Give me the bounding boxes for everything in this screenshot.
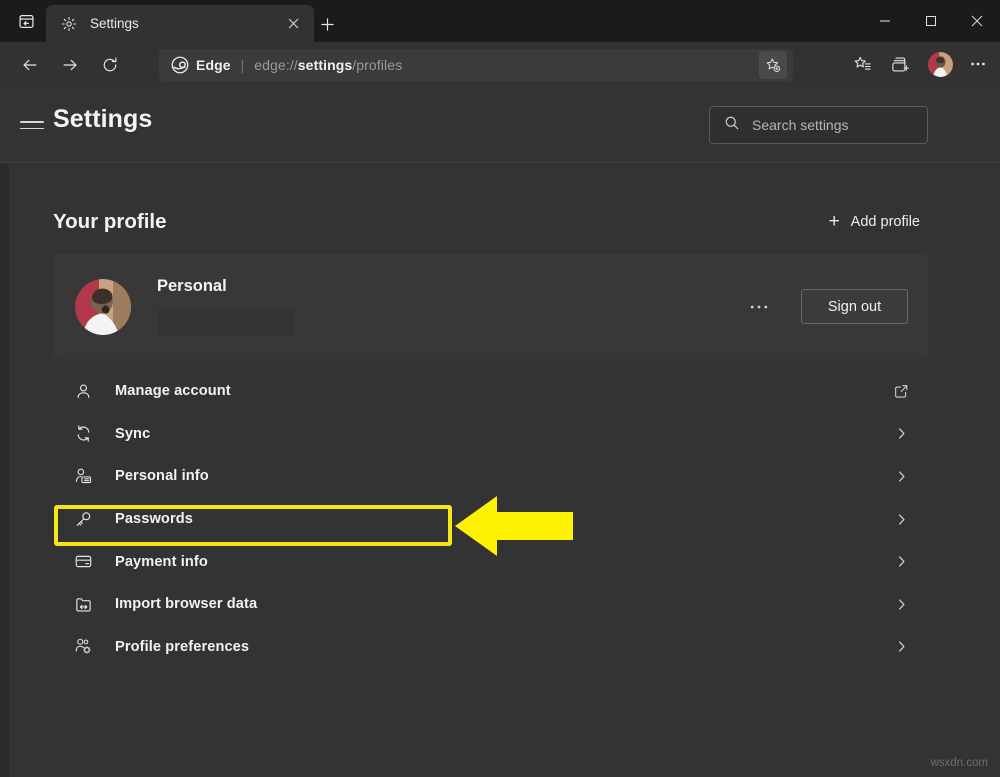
list-item-label: Manage account [115,383,890,399]
search-input[interactable] [752,117,933,133]
list-item-personal-info[interactable]: Personal info [53,455,928,498]
chevron-right-icon [890,597,912,612]
plus-icon: + [829,212,840,231]
url-suffix: /profiles [352,57,402,73]
forward-icon[interactable] [54,49,86,81]
avatar [928,52,953,77]
sync-icon [72,423,94,445]
tab-title: Settings [90,16,282,31]
refresh-icon[interactable] [94,49,126,81]
people-gear-icon [72,636,94,658]
omnibox-brand: Edge [196,57,231,73]
list-item-manage-account[interactable]: Manage account [53,370,928,413]
personal-info-icon [72,465,94,487]
chevron-right-icon [890,554,912,569]
search-settings-box[interactable] [709,106,928,144]
page-title: Settings [53,105,152,134]
collections-icon[interactable] [884,48,916,80]
external-link-icon [890,383,912,399]
import-icon [72,593,94,615]
watermark: wsxdn.com [930,757,988,769]
profile-meta: Personal [157,277,742,337]
profile-settings-list: Manage account Sync [53,370,928,668]
add-profile-label: Add profile [851,214,920,230]
profile-avatar [75,279,131,335]
chevron-right-icon [890,426,912,441]
gear-icon [60,15,78,33]
list-item-label: Import browser data [115,596,890,612]
star-plus-icon[interactable] [759,51,787,79]
search-icon [724,115,740,136]
chevron-right-icon [890,512,912,527]
tab-settings[interactable]: Settings [46,5,314,42]
list-item-label: Payment info [115,554,890,570]
person-icon [72,380,94,402]
profile-more-icon[interactable] [742,290,776,324]
url-prefix: edge:// [254,57,298,73]
toolbar-right-actions [840,48,994,80]
list-item-payment-info[interactable]: Payment info [53,540,928,583]
list-item-label: Passwords [115,511,890,527]
browser-toolbar: Edge | edge://settings/profiles [0,42,1000,87]
minimize-button[interactable] [862,0,908,42]
favorites-list-icon[interactable] [846,48,878,80]
close-icon[interactable] [282,13,304,35]
list-item-label: Personal info [115,468,890,484]
section-title: Your profile [53,210,167,234]
settings-header: Settings [0,87,1000,163]
list-item-sync[interactable]: Sync [53,413,928,456]
key-icon [72,508,94,530]
profile-email-redacted [157,307,295,337]
window-controls [862,0,1000,42]
url-highlight: settings [298,57,352,73]
list-item-import-browser-data[interactable]: Import browser data [53,583,928,626]
add-profile-button[interactable]: + Add profile [821,206,928,237]
sign-out-button[interactable]: Sign out [801,289,908,324]
omnibox-separator: | [241,57,245,73]
chevron-right-icon [890,639,912,654]
hamburger-icon[interactable] [20,113,44,137]
list-item-profile-preferences[interactable]: Profile preferences [53,626,928,669]
credit-card-icon [72,551,94,573]
profile-name: Personal [157,277,742,296]
list-item-label: Profile preferences [115,639,890,655]
new-tab-button[interactable] [313,10,341,38]
browser-window: Settings [0,0,1000,777]
edge-logo-icon [171,56,189,74]
settings-nav-rail [0,164,9,777]
title-bar: Settings [0,0,1000,42]
list-item-passwords[interactable]: Passwords [53,498,928,541]
back-icon[interactable] [14,49,46,81]
tab-actions-icon[interactable] [10,5,42,37]
address-bar[interactable]: Edge | edge://settings/profiles [159,49,793,81]
profile-card: Personal Sign out [53,254,928,359]
list-item-label: Sync [115,426,890,442]
chevron-right-icon [890,469,912,484]
settings-content: Your profile + Add profile [9,164,1000,777]
profile-avatar-button[interactable] [924,48,956,80]
omnibox-url: edge://settings/profiles [254,57,402,73]
section-header-row: Your profile + Add profile [53,206,928,237]
ellipsis-icon[interactable] [962,48,994,80]
maximize-button[interactable] [908,0,954,42]
close-window-button[interactable] [954,0,1000,42]
